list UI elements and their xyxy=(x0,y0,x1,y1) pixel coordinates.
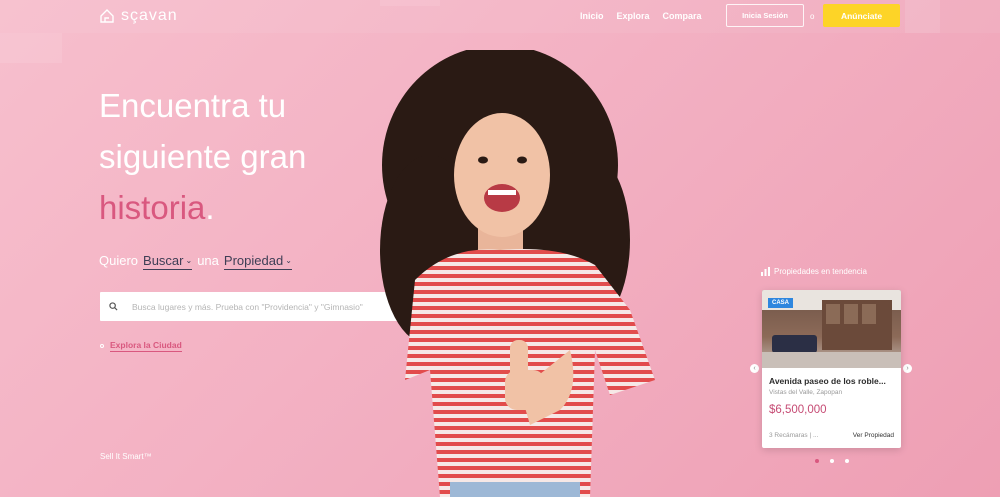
carousel-dots xyxy=(815,459,849,463)
action-select-value: Buscar xyxy=(143,253,184,268)
property-type-value: Propiedad xyxy=(223,253,284,268)
property-title: Avenida paseo de los roble... xyxy=(769,376,886,386)
carousel-dot[interactable] xyxy=(815,459,819,463)
advertise-button[interactable]: Anúnciate xyxy=(823,4,900,27)
trending-title-text: Propiedades en tendencia xyxy=(774,267,867,276)
bullet-icon xyxy=(100,344,104,348)
nav-inicio[interactable]: Inicio xyxy=(580,11,604,21)
chevron-down-icon: ⌄ xyxy=(285,256,292,265)
explore-city: Explora la Ciudad xyxy=(100,340,182,352)
login-button[interactable]: Inicia Sesión xyxy=(726,4,804,27)
main-nav: Inicio Explora Compara xyxy=(580,11,702,21)
quiero-label: Quiero xyxy=(99,253,139,268)
nav-compara[interactable]: Compara xyxy=(663,11,702,21)
house-logo-icon xyxy=(100,9,114,23)
logo[interactable]: sçavan xyxy=(99,7,178,25)
action-select[interactable]: Buscar ⌄ xyxy=(143,253,193,270)
logo-text: sçavan xyxy=(121,7,178,24)
sell-it-smart-label: Sell It Smart™ xyxy=(100,452,152,461)
una-label: una xyxy=(197,253,219,268)
property-price: $6,500,000 xyxy=(769,404,827,416)
headline-line-3: historia. xyxy=(99,182,306,233)
headline-accent-word: historia xyxy=(99,189,206,226)
carousel-dot[interactable] xyxy=(845,459,849,463)
property-photo: CASA xyxy=(762,290,901,368)
trending-title: Propiedades en tendencia xyxy=(761,267,867,276)
search-box xyxy=(100,292,405,321)
property-type-badge: CASA xyxy=(768,298,794,308)
property-card-footer: 3 Recámaras | ... Ver Propiedad xyxy=(769,432,894,439)
property-location: Vistas del Valle, Zapopan xyxy=(769,389,843,396)
hero-headline: Encuentra tu siguiente gran historia. xyxy=(99,80,306,233)
property-card-body: Avenida paseo de los roble... Vistas del… xyxy=(762,368,901,416)
hero-woman-image xyxy=(380,50,655,497)
or-separator: o xyxy=(810,12,815,21)
property-rooms: 3 Recámaras | ... xyxy=(769,432,819,439)
headline-dot: . xyxy=(205,189,215,226)
carousel-dot[interactable] xyxy=(830,459,834,463)
search-intent-row: Quiero Buscar ⌄ una Propiedad ⌄ xyxy=(99,253,292,270)
decor-square xyxy=(0,33,62,63)
search-input[interactable] xyxy=(132,301,392,312)
carousel-next-button[interactable]: › xyxy=(903,364,912,373)
nav-explora[interactable]: Explora xyxy=(617,11,650,21)
chart-bars-icon xyxy=(761,267,770,276)
headline-line-1: Encuentra tu xyxy=(99,87,287,124)
view-property-link[interactable]: Ver Propiedad xyxy=(853,432,894,439)
chevron-down-icon: ⌄ xyxy=(185,256,193,265)
search-icon xyxy=(109,302,118,311)
explore-city-link[interactable]: Explora la Ciudad xyxy=(110,340,182,352)
headline-line-2: siguiente gran xyxy=(99,138,307,175)
carousel-prev-button[interactable]: ‹ xyxy=(750,364,759,373)
property-card[interactable]: CASA Avenida paseo de los roble... Vista… xyxy=(762,290,901,448)
property-type-select[interactable]: Propiedad ⌄ xyxy=(223,253,292,270)
